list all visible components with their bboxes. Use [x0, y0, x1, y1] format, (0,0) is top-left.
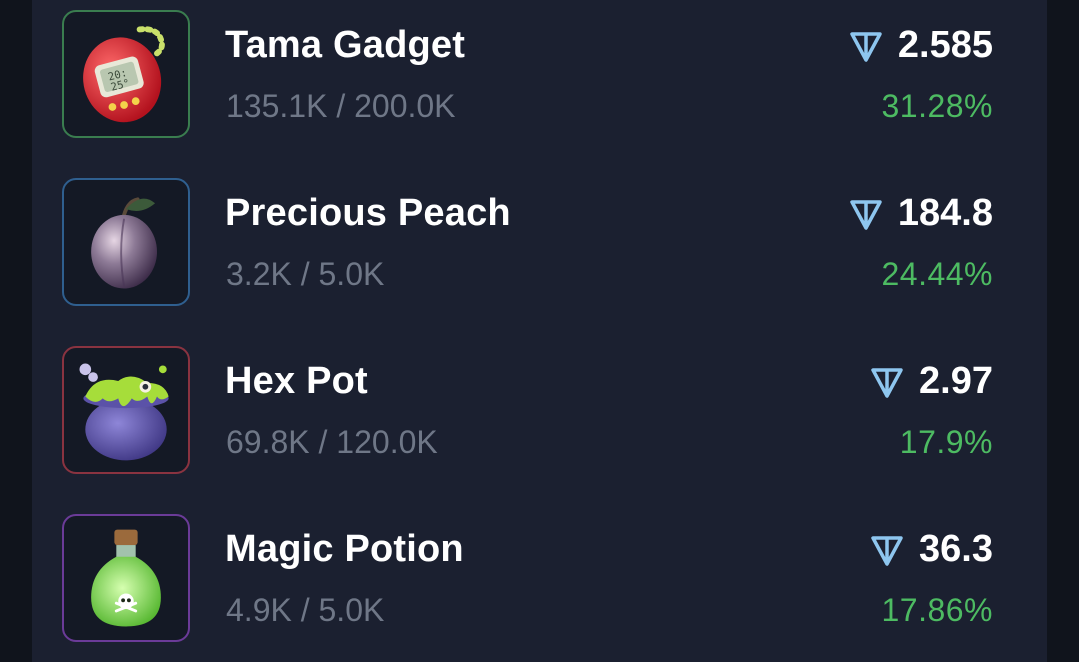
gift-row-magic-potion[interactable]: Magic Potion 4.9K / 5.0K 36.3 17.86%: [32, 514, 1047, 646]
magic-potion-icon: [62, 514, 190, 642]
gift-change-percent: 31.28%: [881, 88, 993, 124]
gift-row-hex-pot[interactable]: Hex Pot 69.8K / 120.0K 2.97 17.9%: [32, 346, 1047, 478]
gift-price: 2.97: [869, 360, 993, 403]
gift-row-tama-gadget[interactable]: 20: 25° Tama Gadget 135.1K / 200.0K 2.58…: [32, 10, 1047, 142]
gift-price-value: 184.8: [897, 192, 993, 234]
ton-icon: [869, 364, 905, 400]
gift-supply: 4.9K / 5.0K: [226, 592, 385, 628]
gift-name: Precious Peach: [225, 192, 511, 234]
gift-name: Magic Potion: [225, 528, 464, 570]
ton-icon: [869, 532, 905, 568]
gift-change-percent: 17.9%: [899, 424, 993, 460]
gift-name: Hex Pot: [225, 360, 368, 402]
gift-name: Tama Gadget: [225, 24, 466, 66]
gift-row-precious-peach[interactable]: Precious Peach 3.2K / 5.0K 184.8 24.44%: [32, 178, 1047, 310]
hex-pot-icon: [62, 346, 190, 474]
gift-price-value: 2.585: [897, 24, 993, 66]
gift-price: 2.585: [848, 24, 993, 67]
gift-price: 184.8: [848, 192, 993, 235]
gift-change-percent: 24.44%: [881, 256, 993, 292]
gift-price: 36.3: [869, 528, 993, 571]
precious-peach-icon: [62, 178, 190, 306]
gift-list-panel: 20: 25° Tama Gadget 135.1K / 200.0K 2.58…: [32, 0, 1047, 662]
gift-supply: 135.1K / 200.0K: [226, 88, 456, 124]
gift-price-value: 2.97: [919, 360, 993, 402]
gift-supply: 69.8K / 120.0K: [226, 424, 438, 460]
gift-supply: 3.2K / 5.0K: [226, 256, 385, 292]
gift-price-value: 36.3: [919, 528, 993, 570]
ton-icon: [848, 196, 884, 232]
tama-gadget-icon: 20: 25°: [62, 10, 190, 138]
ton-icon: [848, 28, 884, 64]
gift-change-percent: 17.86%: [881, 592, 993, 628]
